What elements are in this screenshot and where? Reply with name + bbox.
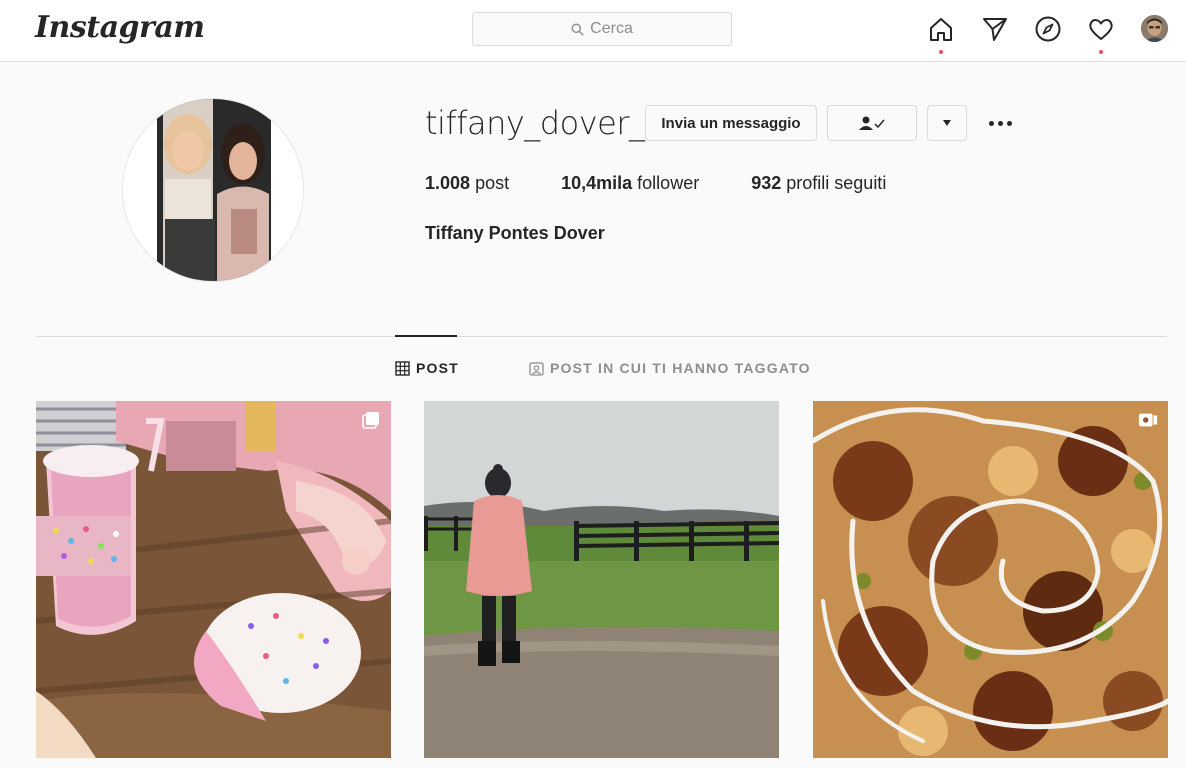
instagram-logo[interactable]: Instagram xyxy=(35,10,205,45)
posts-stat: 1.008 post xyxy=(425,173,509,194)
post-thumbnail-1[interactable] xyxy=(36,401,391,758)
explore-button[interactable] xyxy=(1033,14,1063,44)
compass-icon xyxy=(1035,16,1061,42)
video-icon xyxy=(1138,413,1158,427)
tab-posts-label: POST xyxy=(416,360,459,376)
tab-tagged-label: POST IN CUI TI HANNO TAGGATO xyxy=(550,360,811,376)
caret-down-icon xyxy=(943,120,951,126)
more-options-button[interactable] xyxy=(985,113,1015,133)
notification-dot xyxy=(1099,50,1103,54)
following-stat[interactable]: 932 profili seguiti xyxy=(751,173,886,194)
dot-icon xyxy=(1006,120,1012,126)
avatar xyxy=(1141,15,1168,42)
tagged-icon xyxy=(529,361,544,376)
user-check-icon xyxy=(859,116,885,130)
followers-count: 10,4mila xyxy=(561,173,633,193)
home-button[interactable] xyxy=(926,14,956,54)
posts-count: 1.008 xyxy=(425,173,471,193)
following-button[interactable] xyxy=(827,105,917,141)
profile-stats: 1.008 post 10,4mila follower 932 profili… xyxy=(425,173,938,194)
top-nav-bar: Instagram Cerca xyxy=(0,0,1186,62)
carousel-icon xyxy=(362,412,379,429)
direct-icon xyxy=(983,18,1007,41)
search-icon xyxy=(571,22,584,36)
tabs-divider xyxy=(36,336,1167,337)
followers-label: follower xyxy=(637,173,700,193)
activity-button[interactable] xyxy=(1086,14,1116,54)
message-button[interactable]: Invia un messaggio xyxy=(645,105,817,141)
profile-photo xyxy=(123,99,303,281)
search-placeholder: Cerca xyxy=(590,20,633,37)
followers-stat[interactable]: 10,4mila follower xyxy=(561,173,699,194)
direct-button[interactable] xyxy=(980,14,1010,44)
following-label: profili seguiti xyxy=(786,173,887,193)
profile-full-name: Tiffany Pontes Dover xyxy=(425,223,605,243)
heart-icon xyxy=(1089,19,1113,40)
grid-icon xyxy=(395,360,410,376)
tab-posts[interactable]: POST xyxy=(395,360,459,376)
post-thumbnail-3[interactable] xyxy=(813,401,1168,758)
tab-tagged[interactable]: POST IN CUI TI HANNO TAGGATO xyxy=(529,360,811,376)
dot-icon xyxy=(988,120,994,126)
post-thumbnail-2[interactable] xyxy=(424,401,779,758)
posts-label: post xyxy=(475,173,510,193)
home-icon xyxy=(930,18,952,41)
profile-username: tiffany_dover_ xyxy=(425,104,645,142)
profile-picture[interactable] xyxy=(122,98,304,282)
suggestions-dropdown-button[interactable] xyxy=(927,105,967,141)
milkshake-photo xyxy=(36,401,391,758)
dot-icon xyxy=(997,120,1003,126)
following-count: 932 xyxy=(751,173,782,193)
active-tab-indicator xyxy=(395,335,457,337)
notification-dot xyxy=(939,50,943,54)
search-input[interactable]: Cerca xyxy=(472,12,732,46)
profile-avatar-button[interactable] xyxy=(1141,15,1168,42)
field-walk-photo xyxy=(424,401,779,758)
pizza-photo xyxy=(813,401,1168,758)
